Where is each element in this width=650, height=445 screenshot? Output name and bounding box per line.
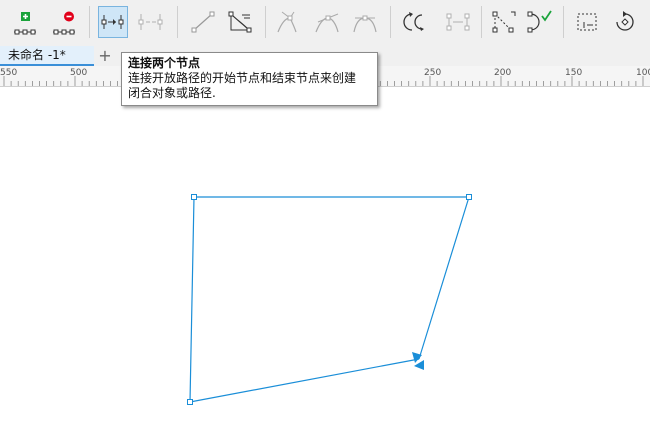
document-tab-label: 未命名 -1* [8, 48, 66, 62]
break-curve-icon [138, 14, 163, 30]
elastic-mode-icon [577, 13, 597, 31]
toolbar-separator [89, 6, 90, 38]
tooltip-description-line: 连接开放路径的开始节点和结束节点来创建 [128, 71, 357, 85]
symmetric-node-button[interactable] [350, 6, 380, 38]
delete-node-icon [53, 11, 75, 35]
path-drawing [187, 194, 472, 405]
ruler-label: 200 [494, 68, 511, 78]
elastic-mode-button[interactable] [573, 6, 603, 38]
toolbar-separator [481, 6, 482, 38]
tooltip-description-line: 闭合对象或路径. [128, 86, 216, 100]
to-line-button[interactable] [188, 6, 218, 38]
reverse-direction-icon [403, 12, 424, 31]
toolbar-separator [177, 6, 178, 38]
node-handle[interactable] [466, 194, 472, 200]
toolbar-separator [265, 6, 266, 38]
toolbar-separator [390, 6, 391, 38]
cusp-node-button[interactable] [274, 6, 304, 38]
ruler-label: 500 [70, 68, 87, 78]
to-curve-icon [228, 11, 252, 33]
document-tab[interactable]: 未命名 -1* [0, 46, 94, 66]
smooth-node-icon [315, 13, 339, 33]
close-curve-icon [527, 10, 552, 33]
node-handle[interactable] [191, 194, 197, 200]
rotate-nodes-button[interactable] [610, 6, 640, 38]
extend-curve-to-close-button[interactable] [489, 6, 519, 38]
ruler-label: 550 [0, 68, 17, 78]
add-tab-button[interactable]: + [96, 47, 114, 65]
rotate-nodes-icon [616, 11, 634, 31]
extend-curve-icon [492, 11, 516, 33]
toolbar-separator [563, 6, 564, 38]
add-node-icon [14, 12, 36, 35]
property-toolbar [0, 0, 650, 47]
break-curve-button[interactable] [136, 6, 166, 38]
ruler-label: 250 [424, 68, 441, 78]
ruler-label: 100 [636, 68, 650, 78]
cusp-node-icon [277, 11, 297, 33]
join-nodes-icon [101, 15, 124, 29]
ruler-label: 150 [565, 68, 582, 78]
plus-icon: + [98, 46, 112, 65]
smooth-node-button[interactable] [312, 6, 342, 38]
add-node-button[interactable] [10, 6, 40, 38]
to-curve-button[interactable] [225, 6, 255, 38]
delete-node-button[interactable] [49, 6, 79, 38]
tooltip-title: 连接两个节点 [128, 56, 201, 70]
tooltip: 连接两个节点 连接开放路径的开始节点和结束节点来创建 闭合对象或路径. [121, 52, 378, 106]
extract-subpath-button[interactable] [443, 6, 473, 38]
reverse-direction-button[interactable] [398, 6, 428, 38]
join-nodes-button[interactable] [98, 6, 128, 38]
to-line-icon [191, 11, 215, 33]
drawing-canvas[interactable] [0, 87, 650, 441]
close-curve-button[interactable] [524, 6, 554, 38]
node-handle[interactable] [187, 399, 193, 405]
extract-subpath-icon [446, 13, 470, 31]
symmetric-node-icon [353, 15, 377, 33]
curve-path[interactable] [189, 196, 470, 403]
